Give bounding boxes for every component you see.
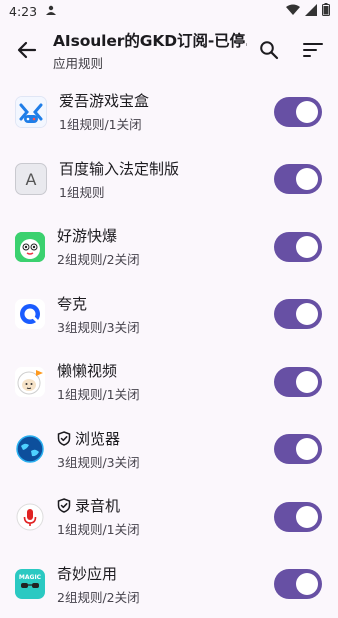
globe-icon [15,434,45,464]
keyboard-a-icon: A [15,163,47,195]
microphone-icon [15,502,45,532]
shield-check-icon [57,498,71,513]
page-subtitle: 应用规则 [53,53,247,72]
sort-button[interactable] [291,26,335,74]
toggle-thumb [296,168,318,190]
app-row-haoyou-kuaibao[interactable]: 好游快爆 2组规则/2关闭 [0,213,338,281]
toggle-thumb [296,101,318,123]
cartoon-icon [15,232,45,262]
app-row-baidu-input[interactable]: A 百度输入法定制版 1组规则 [0,146,338,214]
rule-toggle[interactable] [274,299,322,329]
rule-toggle[interactable] [274,97,322,127]
status-bar: 4:23 [0,0,338,22]
toggle-thumb [296,438,318,460]
toggle-thumb [296,371,318,393]
app-bar: AIsouler的GKD订阅-已停... 应用规则 [0,22,338,78]
gamepad-icon [15,96,47,128]
shield-check-icon [57,431,71,446]
app-row-aiwu-game-box[interactable]: 爱吾游戏宝盒 1组规则/1关闭 [0,78,338,146]
app-row-lanlan-video[interactable]: 懒懒视频 1组规则/1关闭 [0,348,338,416]
app-row-magic-app[interactable]: MAGIC 奇妙应用 2组规则/2关闭 [0,551,338,618]
app-row-browser[interactable]: 浏览器 3组规则/3关闭 [0,416,338,484]
toggle-thumb [296,236,318,258]
magic-icon: MAGIC [15,569,45,599]
sheep-icon [15,367,45,397]
app-row-quark[interactable]: 夸克 3组规则/3关闭 [0,281,338,349]
arrow-back-icon [17,40,37,60]
rule-toggle[interactable] [274,367,322,397]
quark-icon [15,299,45,329]
rule-toggle[interactable] [274,569,322,599]
rule-toggle[interactable] [274,502,322,532]
search-icon [259,40,279,60]
magic-icon-text: MAGIC [19,574,41,581]
battery-icon [322,3,330,19]
page-title: AIsouler的GKD订阅-已停... [53,29,247,51]
rule-toggle[interactable] [274,232,322,262]
toggle-thumb [296,506,318,528]
app-row-recorder[interactable]: 录音机 1组规则/1关闭 [0,483,338,551]
app-rule-list: 爱吾游戏宝盒 1组规则/1关闭 A 百度输入法定制版 1组规则 [0,78,338,618]
wifi-icon [286,4,300,19]
signal-icon [305,4,317,19]
rule-toggle[interactable] [274,434,322,464]
rule-toggle[interactable] [274,164,322,194]
notification-icon [45,4,57,19]
status-time: 4:23 [9,4,37,19]
back-button[interactable] [3,26,51,74]
title-block: AIsouler的GKD订阅-已停... 应用规则 [53,29,247,72]
search-button[interactable] [247,26,291,74]
sort-icon [303,42,323,58]
toggle-thumb [296,303,318,325]
toggle-thumb [296,573,318,595]
